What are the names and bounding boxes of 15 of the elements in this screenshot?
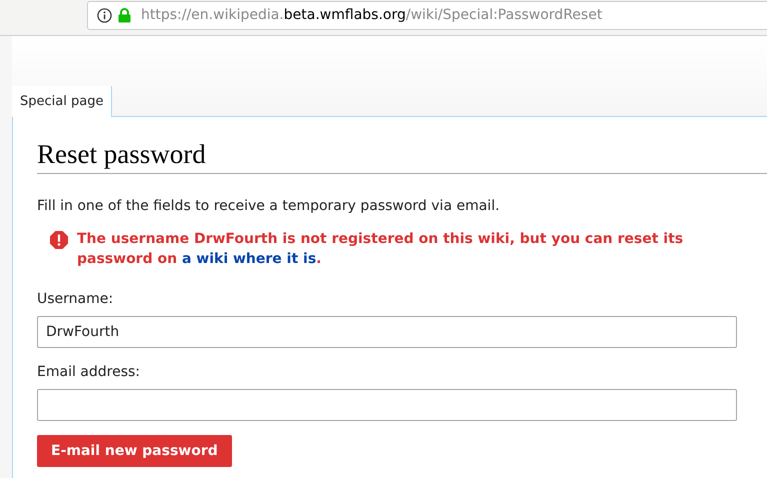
error-message: The username DrwFourth is not registered on this wiki, but you can reset its password on a wiki where it is. — [77, 230, 684, 269]
field-label: Username: — [37, 290, 114, 309]
wiki-link[interactable]: a wiki where it is — [182, 251, 316, 267]
address-bar[interactable]: https://en.wikipedia.beta.wmflabs.org/wiki/Special:PasswordReset — [87, 1, 767, 30]
submit-button[interactable]: E-mail new password — [37, 435, 232, 467]
page-tab[interactable]: Special page — [12, 86, 112, 117]
lock-icon[interactable] — [118, 8, 131, 23]
text-input[interactable] — [37, 389, 737, 421]
url-text[interactable]: https://en.wikipedia.beta.wmflabs.org/wiki/Special:PasswordReset — [141, 5, 602, 26]
field-label: Email address: — [37, 363, 142, 382]
error-icon — [50, 231, 68, 249]
page-heading: Reset password — [37, 137, 767, 174]
text-input[interactable]: DrwFourth — [37, 316, 737, 348]
intro-text: Fill in one of the fields to receive a temporary password via email. — [37, 197, 501, 216]
info-icon[interactable] — [97, 8, 112, 23]
